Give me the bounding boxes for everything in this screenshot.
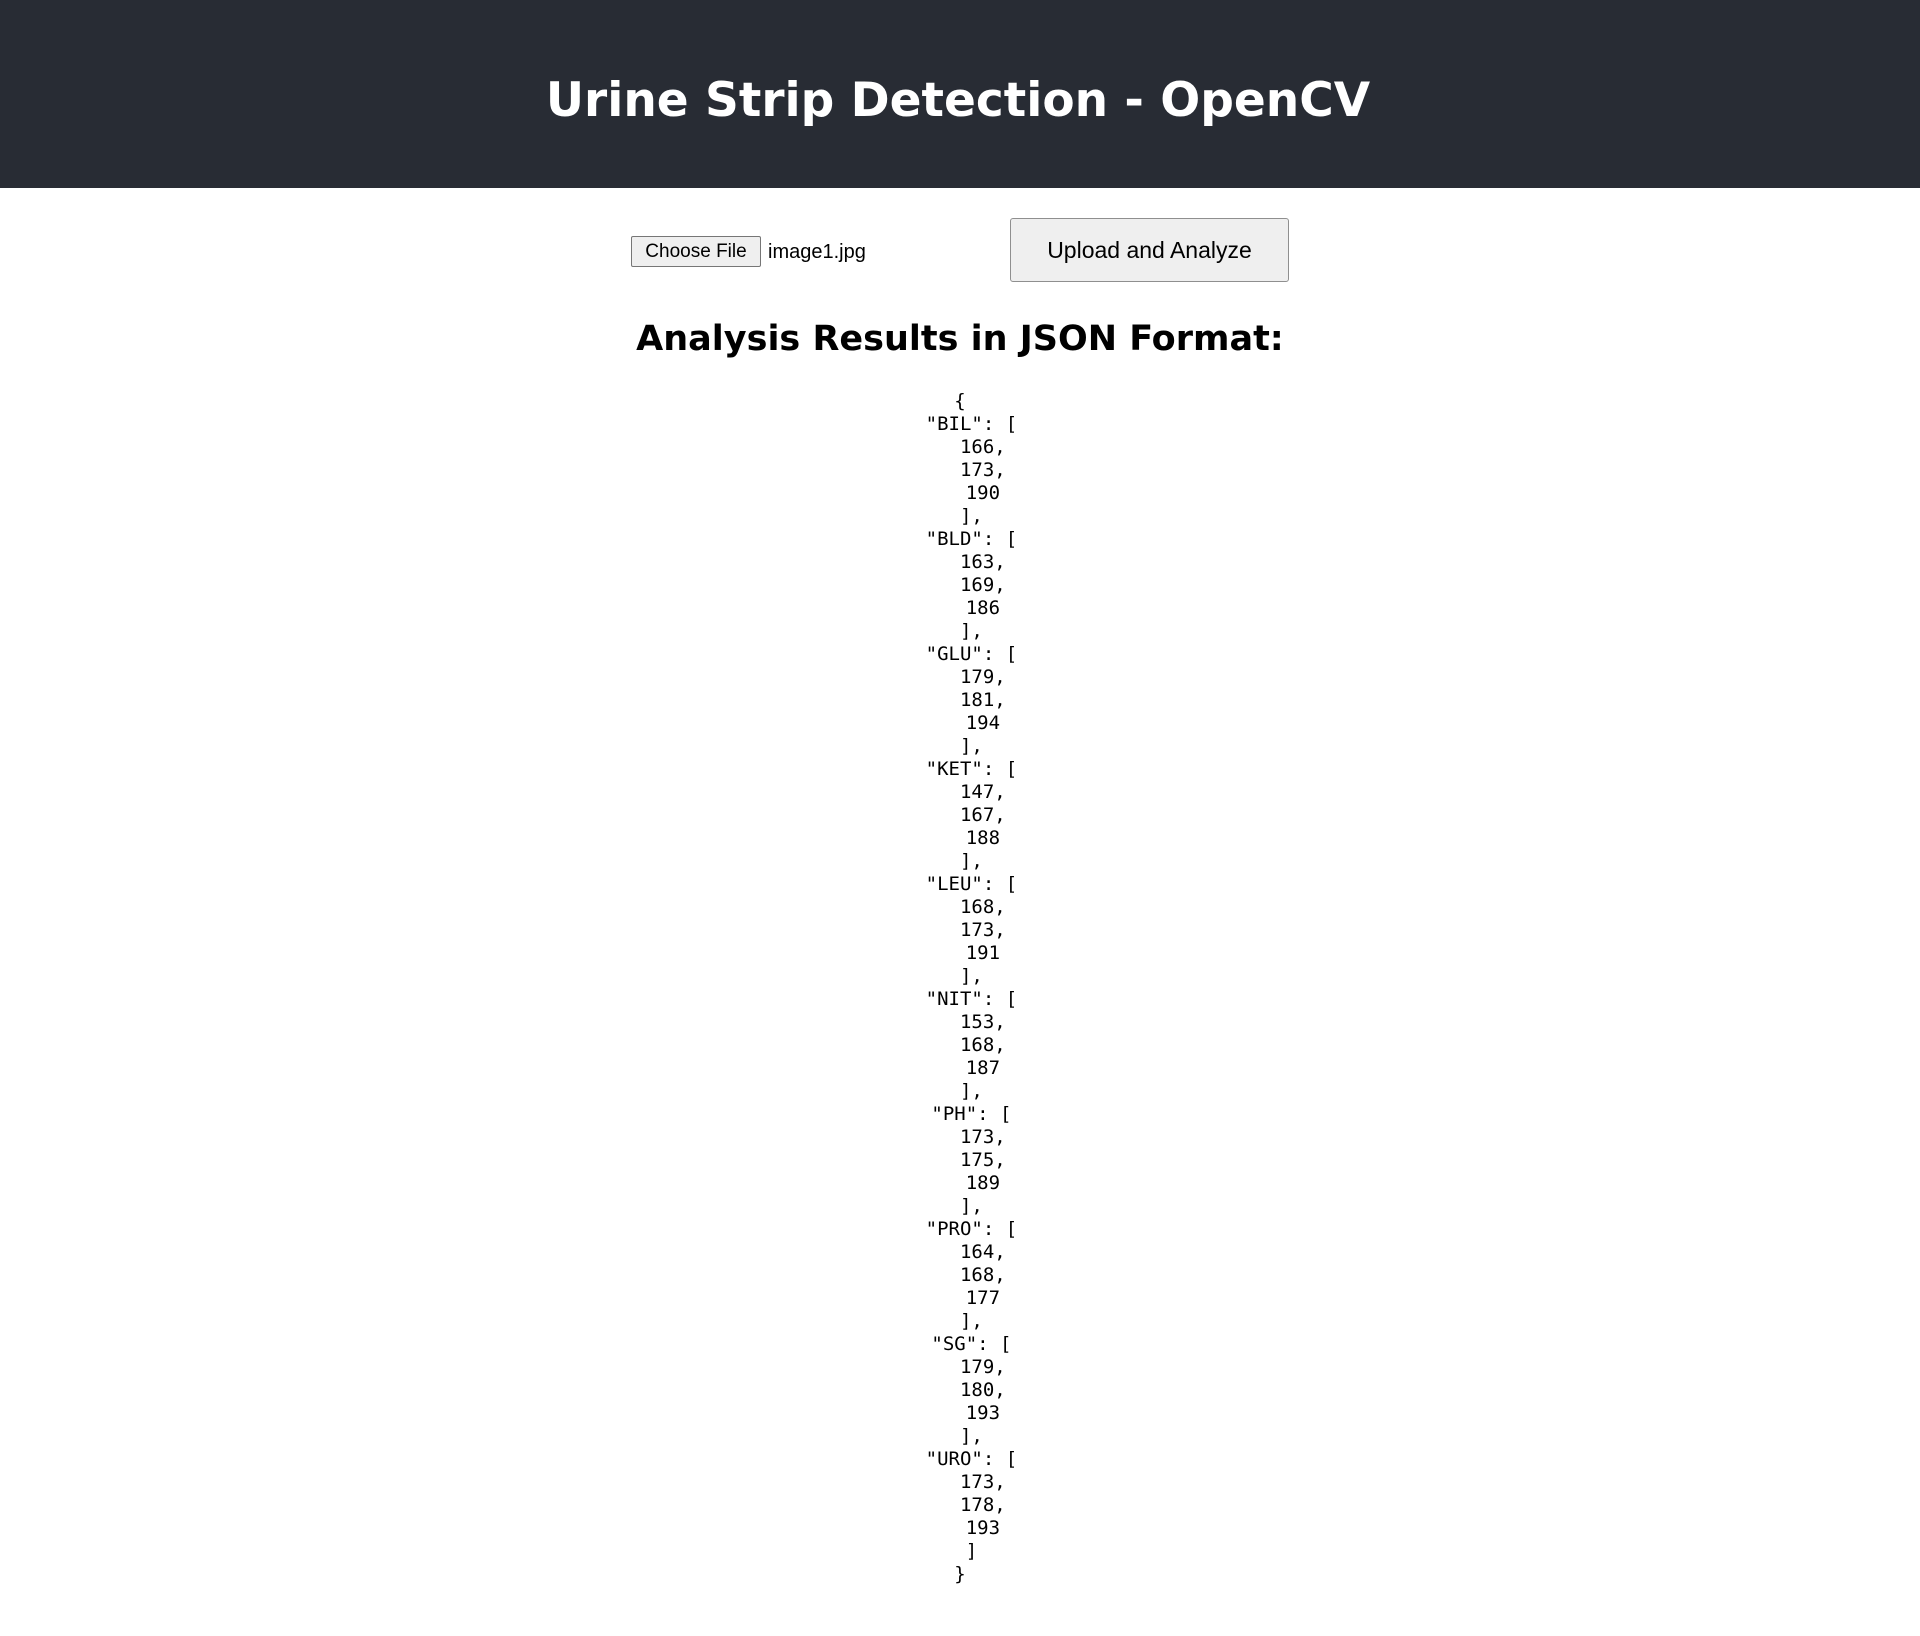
json-results-output: { "BIL": [ 166, 173, 190 ], "BLD": [ 163… bbox=[925, 390, 1018, 1585]
file-input[interactable]: Choose File image1.jpg bbox=[631, 236, 866, 267]
upload-form: Choose File image1.jpg Upload and Analyz… bbox=[0, 188, 1920, 318]
app-header: Urine Strip Detection - OpenCV bbox=[0, 0, 1920, 188]
choose-file-button[interactable]: Choose File bbox=[631, 236, 761, 267]
results-heading: Analysis Results in JSON Format: bbox=[636, 319, 1284, 359]
upload-and-analyze-button[interactable]: Upload and Analyze bbox=[1010, 218, 1289, 282]
selected-file-name: image1.jpg bbox=[768, 241, 866, 263]
page-title: Urine Strip Detection - OpenCV bbox=[545, 72, 1371, 128]
